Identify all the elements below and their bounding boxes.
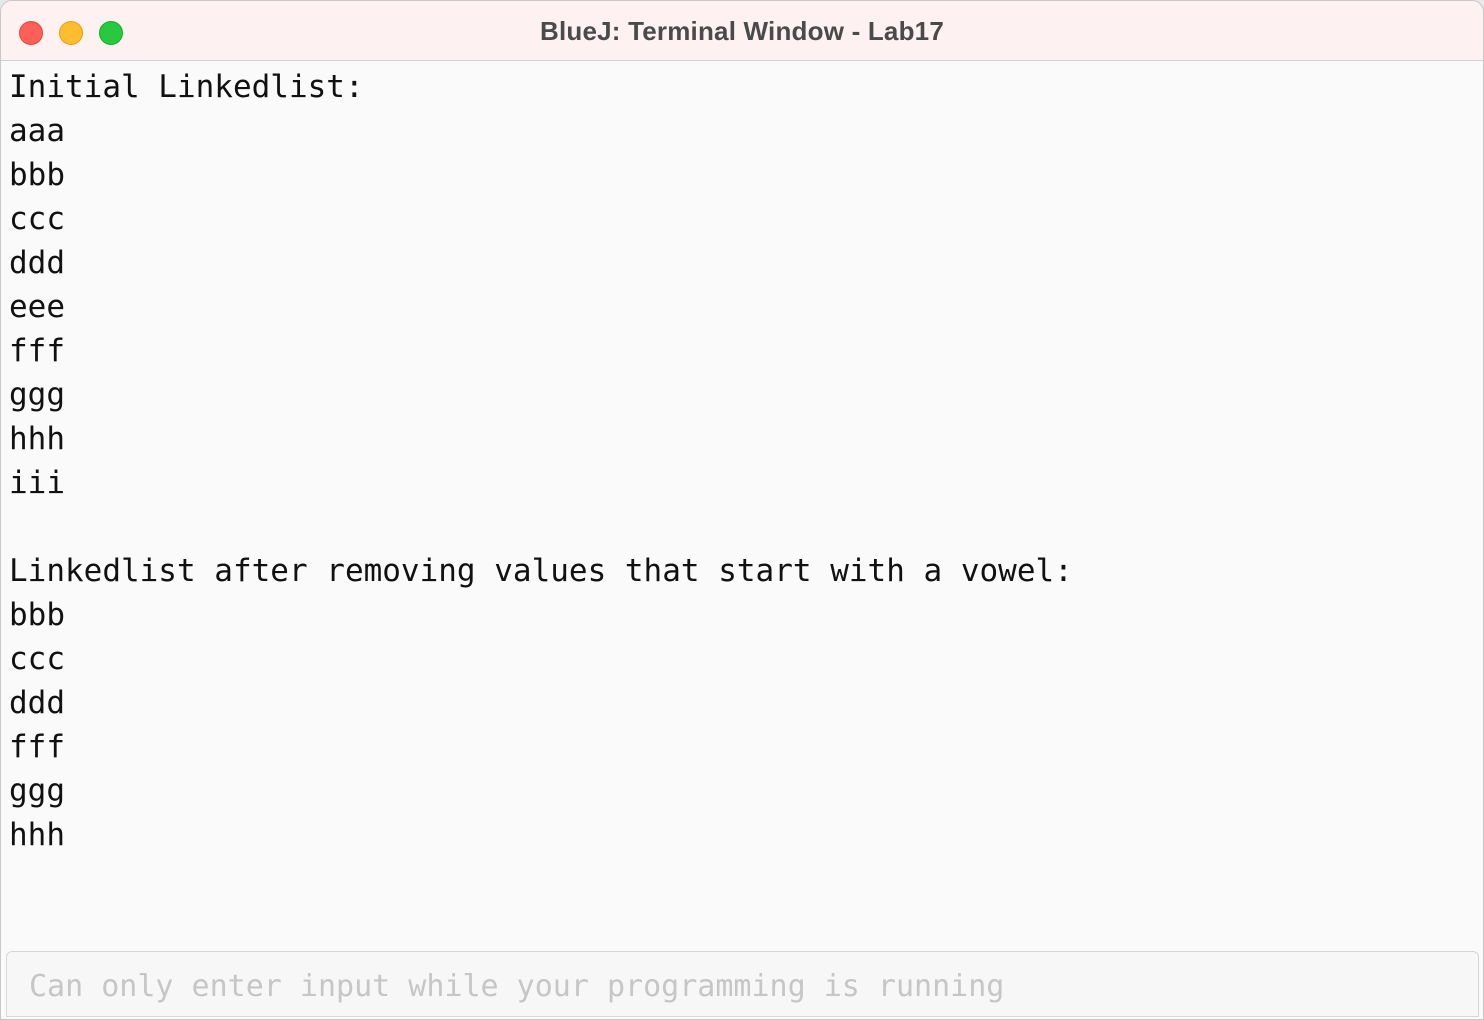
output-line: ddd (9, 685, 65, 721)
title-bar[interactable]: BlueJ: Terminal Window - Lab17 (1, 1, 1483, 61)
terminal-input-bar (6, 951, 1479, 1017)
output-line: ddd (9, 245, 65, 281)
window-title: BlueJ: Terminal Window - Lab17 (540, 16, 944, 46)
output-line: Linkedlist after removing values that st… (9, 553, 1073, 589)
output-line: hhh (9, 421, 65, 457)
output-line: fff (9, 333, 65, 369)
output-line: ggg (9, 377, 65, 413)
output-line: eee (9, 289, 65, 325)
output-line: iii (9, 465, 65, 501)
terminal-output[interactable]: Initial Linkedlist: aaa bbb ccc ddd eee … (9, 65, 1475, 947)
terminal-input-field[interactable] (27, 962, 1468, 1010)
output-line: ccc (9, 201, 65, 237)
output-line: hhh (9, 817, 65, 853)
output-line: aaa (9, 113, 65, 149)
output-line: ggg (9, 773, 65, 809)
output-line: Initial Linkedlist: (9, 69, 364, 105)
output-line: fff (9, 729, 65, 765)
output-line: ccc (9, 641, 65, 677)
output-line: bbb (9, 597, 65, 633)
terminal-window: BlueJ: Terminal Window - Lab17 Initial L… (0, 0, 1484, 1020)
output-line: bbb (9, 157, 65, 193)
